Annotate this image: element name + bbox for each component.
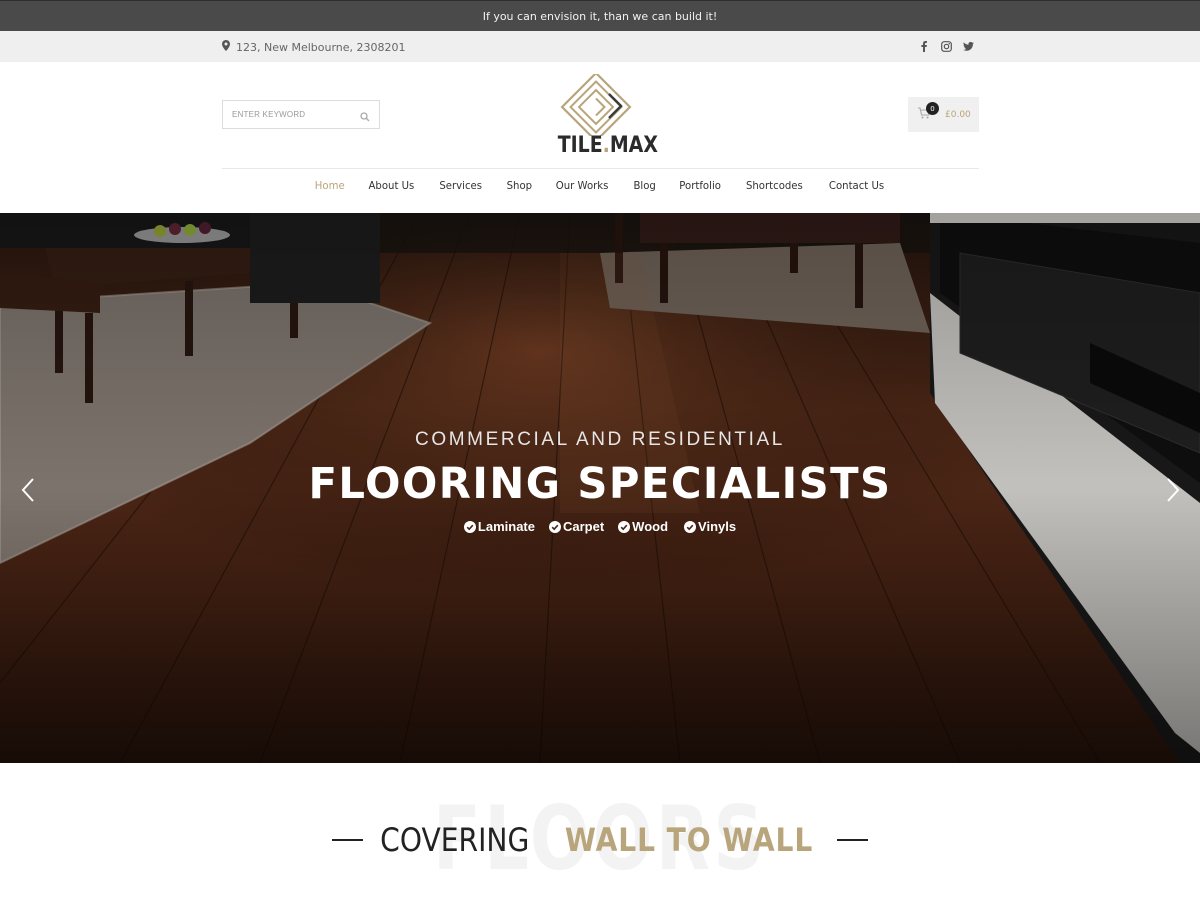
map-marker-icon [222,40,230,54]
hero-features: Laminate Carpet Wood Vinyls [0,519,1200,534]
social-links [918,40,974,52]
search-input[interactable] [232,110,352,119]
nav-item-shortcodes[interactable]: Shortcodes [736,179,812,192]
feature-label: Laminate [477,519,535,534]
twitter-icon[interactable] [962,40,974,52]
feature-label: Wood [632,519,669,534]
main-nav: Home About Us Services Shop Our Works Bl… [0,179,1200,192]
info-bar: 123, New Melbourne, 2308201 [0,31,1200,62]
site-header: TILE.MAX 0 £0.00 Home About Us Services … [0,62,1200,213]
feature-label: Vinyls [698,519,737,534]
feature-wood: Wood [618,519,668,534]
instagram-icon[interactable] [940,40,952,52]
chevron-right-icon [1167,478,1180,502]
nav-item-shop[interactable]: Shop [497,179,542,192]
title-line-left [332,839,364,841]
slider-prev-button[interactable] [18,475,38,505]
header-divider [222,168,979,169]
search-box [222,100,380,129]
logo-text-part1: TILE [557,133,603,158]
hero-slider: COMMERCIAL AND RESIDENTIAL FLOORING SPEC… [0,213,1200,763]
feature-laminate: Laminate [463,519,535,534]
nav-item-portfolio[interactable]: Portfolio [670,179,731,192]
logo-mark-icon [560,71,632,143]
section-title: COVERING WALL TO WALL [0,821,1200,859]
nav-item-our-works[interactable]: Our Works [546,179,618,192]
facebook-icon[interactable] [918,40,930,52]
address-text: 123, New Melbourne, 2308201 [236,40,406,54]
hero-eyebrow: COMMERCIAL AND RESIDENTIAL [415,429,785,450]
search-icon[interactable] [360,109,370,127]
site-logo[interactable]: TILE.MAX [551,71,658,160]
check-circle-icon [548,520,561,533]
cart-count-badge: 0 [926,102,939,115]
feature-label: Carpet [562,519,605,534]
nav-item-about-us[interactable]: About Us [359,179,424,192]
check-circle-icon [618,520,631,533]
feature-vinyls: Vinyls [684,519,736,534]
announcement-bar: If you can envision it, than we can buil… [0,0,1200,31]
cart-amount: £0.00 [945,109,971,120]
chevron-left-icon [21,478,34,502]
hero-headline: FLOORING SPECIALISTS [308,459,892,509]
announcement-text: If you can envision it, than we can buil… [482,9,718,23]
check-circle-icon [463,520,476,533]
logo-text: TILE.MAX [557,133,658,158]
nav-item-home[interactable]: Home [305,179,354,192]
title-line-right [836,839,868,841]
nav-item-contact-us[interactable]: Contact Us [819,179,894,192]
logo-text-part2: MAX [609,133,658,158]
title-bold: WALL TO WALL [564,821,813,859]
feature-carpet: Carpet [548,519,605,534]
logo-dot: . [602,133,610,158]
address: 123, New Melbourne, 2308201 [222,40,406,54]
check-circle-icon [684,520,697,533]
covering-section: FLOORS COVERING WALL TO WALL [0,763,1200,900]
title-light: COVERING [380,821,530,859]
nav-item-blog[interactable]: Blog [623,179,665,192]
nav-item-services[interactable]: Services [430,179,492,192]
cart-button[interactable]: 0 £0.00 [908,97,979,132]
slider-next-button[interactable] [1163,475,1183,505]
